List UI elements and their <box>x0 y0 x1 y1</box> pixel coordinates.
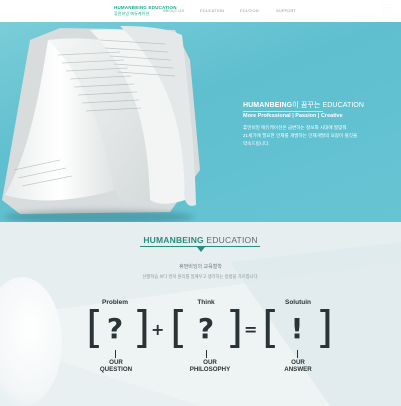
education-title-rest: EDUCATION <box>203 235 258 245</box>
right-bracket-icon: ] <box>316 302 334 353</box>
caption-answer: OUR ANSWER <box>275 359 321 373</box>
hero-section: HUMANBEING이 꿈꾸는 EDUCATION More Professio… <box>0 0 401 222</box>
nav-about-us[interactable]: ABOUT US <box>163 8 184 14</box>
caption-line: OUR <box>291 359 305 366</box>
hero-subtitle: More Professional | Passion | Creative <box>243 113 343 119</box>
hero-desc-line: 휴먼비잉 에듀케이션은 급변하는 정보화 시대에 발맞춰 <box>243 125 347 130</box>
hero-title: HUMANBEING이 꿈꾸는 EDUCATION <box>243 102 364 110</box>
question-mark-icon: ? <box>106 312 124 345</box>
education-title-brand: HUMANBEING <box>143 235 204 245</box>
left-bracket-icon: [ <box>170 302 188 353</box>
site-logo[interactable]: HUMANBEING EDUCATION 휴먼비잉 에듀케이션 <box>114 5 176 17</box>
plus-icon: + <box>151 320 165 339</box>
caption-philosophy: OUR PHILOSOPHY <box>180 359 240 373</box>
question-mark-icon: ? <box>197 312 215 345</box>
hero-divider <box>243 111 323 112</box>
logo-line-2: 휴먼비잉 에듀케이션 <box>114 11 150 16</box>
down-arrow-icon <box>197 247 205 252</box>
right-bracket-icon: ] <box>133 302 151 353</box>
caption-connector <box>115 350 116 358</box>
caption-line: ANSWER <box>284 366 312 373</box>
left-bracket-icon: [ <box>262 302 280 353</box>
education-description: 선행학습 보다 먼저 원리를 일깨우고 생각하는 방법을 가르칩니다. <box>142 274 259 279</box>
label-think: Think <box>197 299 215 306</box>
education-section: HUMANBEING EDUCATION 휴먼비잉의 교육철학 선행학습 보다 … <box>0 222 401 406</box>
caption-connector <box>297 350 298 358</box>
caption-question: OUR QUESTION <box>93 359 139 373</box>
site-header: HUMANBEING EDUCATION 휴먼비잉 에듀케이션 ABOUT US… <box>0 0 401 22</box>
hero-desc-line: 21세기에 필요한 인재를 개발하는 인재개발의 요람이 될것을 <box>243 133 358 138</box>
open-book-image <box>2 26 200 214</box>
hero-desc-line: 약속드립니다. <box>243 141 270 146</box>
caption-line: PHILOSOPHY <box>189 366 231 373</box>
hero-description: 휴먼비잉 에듀케이션은 급변하는 정보화 시대에 발맞춰 21세기에 필요한 인… <box>243 124 368 148</box>
exclamation-icon: ! <box>290 312 304 345</box>
hero-title-rest: 이 꿈꾸는 EDUCATION <box>292 102 365 109</box>
nav-support[interactable]: SUPPORT <box>276 8 296 14</box>
left-bracket-icon: [ <box>86 302 104 353</box>
caption-connector <box>206 350 207 358</box>
nav-edution[interactable]: EDUTION <box>240 8 259 14</box>
nav-education[interactable]: EDUCATION <box>200 8 224 14</box>
caption-line: OUR <box>109 359 123 366</box>
education-subtitle: 휴먼비잉의 교육철학 <box>179 264 222 270</box>
hero-title-brand: HUMANBEING <box>243 102 293 109</box>
book-shadow <box>4 210 194 222</box>
hamburger-icon[interactable] <box>381 5 392 17</box>
caption-line: QUESTION <box>99 366 133 373</box>
label-solution: Solutuin <box>285 299 311 306</box>
caption-line: OUR <box>203 359 217 366</box>
right-bracket-icon: ] <box>226 302 244 353</box>
equals-icon: = <box>244 320 258 339</box>
education-title: HUMANBEING EDUCATION <box>0 235 401 245</box>
